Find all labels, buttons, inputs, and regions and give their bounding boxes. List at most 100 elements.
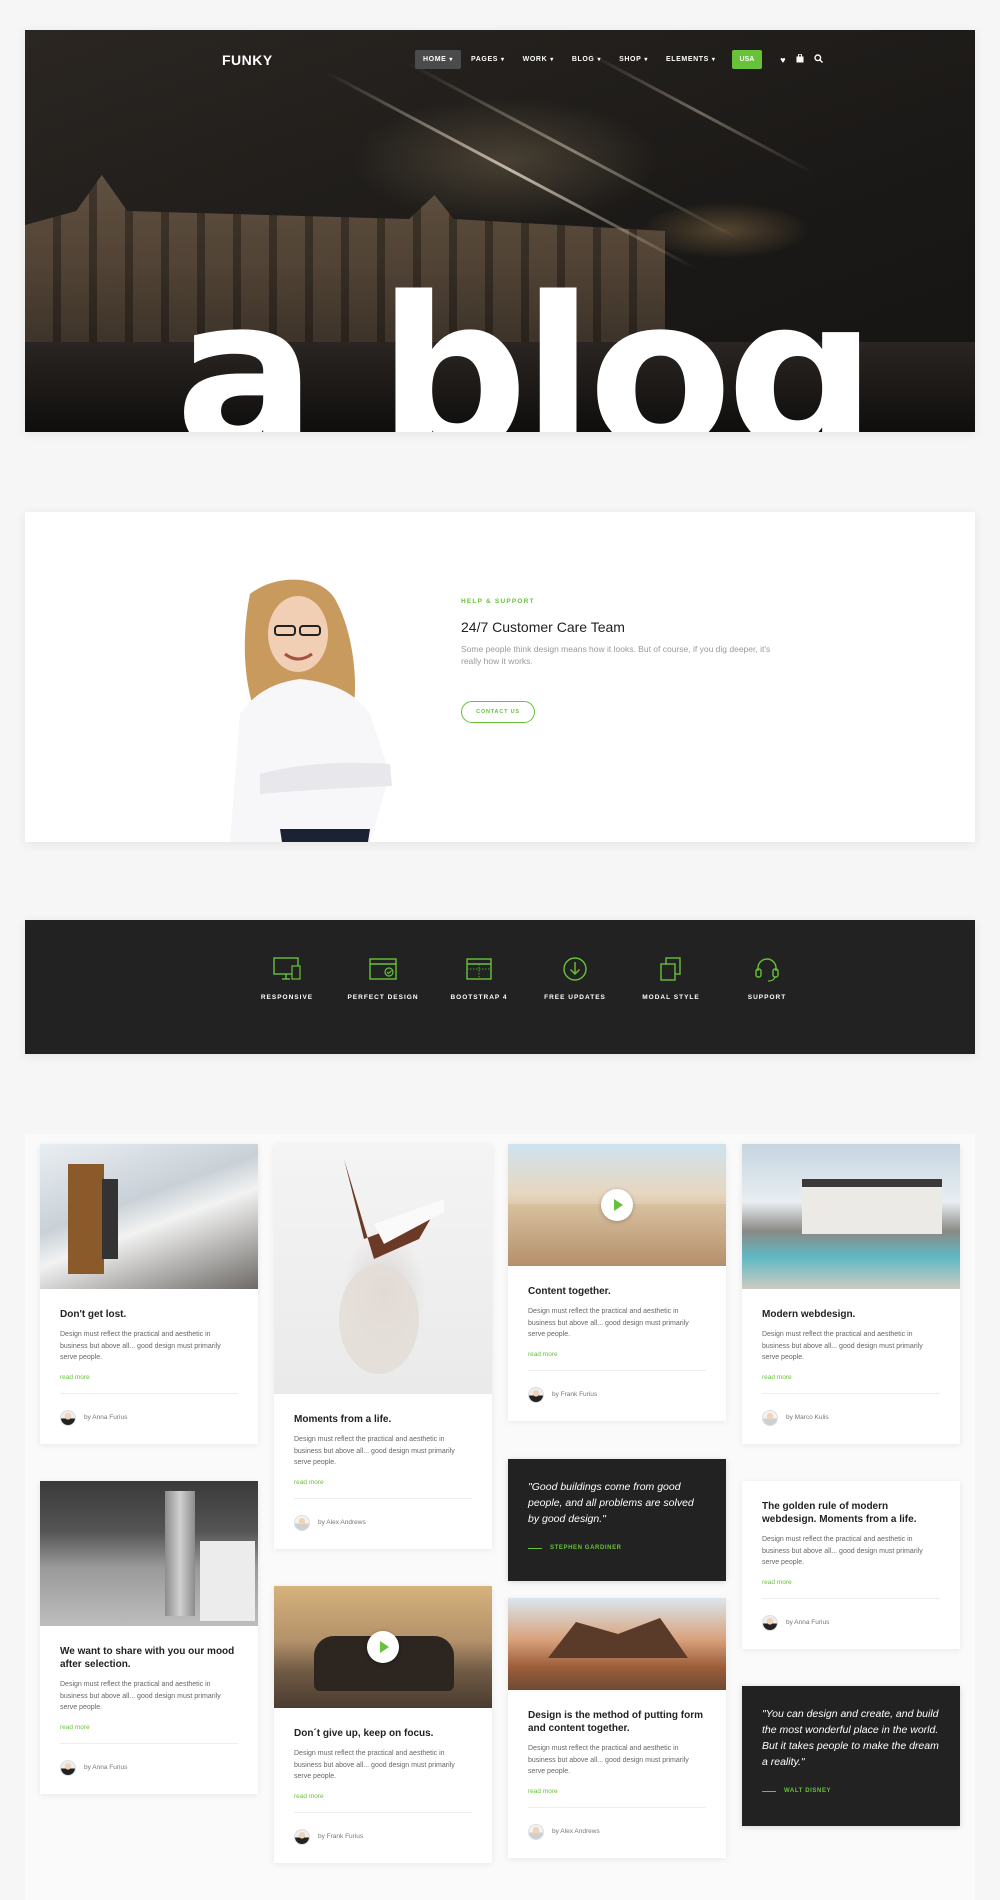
support-eyebrow: HELP & SUPPORT — [461, 598, 535, 605]
post-author: by Anna Furius — [762, 1599, 940, 1649]
blog-card[interactable]: Don't get lost. Design must reflect the … — [40, 1144, 258, 1444]
nav-item-label: WORK — [522, 56, 548, 63]
site-logo[interactable]: FUNKY — [222, 52, 273, 68]
download-circle-icon — [563, 957, 587, 981]
avatar — [762, 1614, 778, 1631]
post-excerpt: Design must reflect the practical and ae… — [294, 1436, 455, 1466]
nav-item-label: HOME — [423, 56, 447, 63]
post-title[interactable]: Don't get lost. — [60, 1308, 238, 1321]
blog-card[interactable]: Content together. Design must reflect th… — [508, 1144, 726, 1421]
monitor-icon — [273, 957, 301, 980]
blog-card[interactable]: The golden rule of modern webdesign. Mom… — [742, 1481, 960, 1649]
post-title[interactable]: Moments from a life. — [294, 1413, 472, 1426]
feature-label: FREE UPDATES — [544, 994, 606, 1001]
feature-modal-style: MODAL STYLE — [623, 956, 719, 1001]
blog-card[interactable]: Design is the method of putting form and… — [508, 1598, 726, 1858]
blog-card[interactable]: Modern webdesign. Design must reflect th… — [742, 1144, 960, 1444]
bag-icon[interactable] — [796, 53, 804, 65]
post-title[interactable]: The golden rule of modern webdesign. Mom… — [762, 1500, 940, 1526]
author-name[interactable]: by Anna Furius — [84, 1414, 127, 1421]
nav-item-shop[interactable]: SHOP ▾ — [611, 50, 656, 69]
blog-card[interactable]: We want to share with you our mood after… — [40, 1481, 258, 1794]
author-name[interactable]: by Frank Furius — [318, 1833, 363, 1840]
feature-responsive: RESPONSIVE — [239, 956, 335, 1001]
post-title[interactable]: We want to share with you our mood after… — [60, 1645, 238, 1671]
feature-bootstrap: BOOTSTRAP 4 — [431, 956, 527, 1001]
heart-icon[interactable]: ♥ — [780, 55, 785, 65]
contact-us-button[interactable]: CONTACT US — [461, 701, 535, 723]
avatar — [294, 1514, 310, 1531]
post-image-beach[interactable] — [508, 1144, 726, 1266]
post-author: by Anna Furius — [60, 1394, 238, 1444]
post-image-kitchen[interactable] — [40, 1481, 258, 1626]
feature-perfect-design: PERFECT DESIGN — [335, 956, 431, 1001]
nav-item-label: ELEMENTS — [665, 56, 709, 63]
feature-support: SUPPORT — [719, 956, 815, 1001]
read-more-link[interactable]: read more — [294, 1793, 472, 1800]
author-name[interactable]: by Anna Furius — [84, 1764, 127, 1771]
avatar — [294, 1828, 310, 1845]
nav-item-pages[interactable]: PAGES ▾ — [463, 50, 513, 69]
post-excerpt: Design must reflect the practical and ae… — [60, 1331, 221, 1361]
play-icon[interactable] — [367, 1631, 399, 1663]
post-title[interactable]: Don´t give up, keep on focus. — [294, 1727, 472, 1740]
quote-card: "You can design and create, and build th… — [742, 1686, 960, 1826]
chevron-down-icon: ▾ — [449, 57, 454, 63]
nav-cta-button[interactable]: USA — [731, 50, 763, 69]
search-icon[interactable] — [813, 54, 823, 65]
read-more-link[interactable]: read more — [294, 1479, 472, 1486]
read-more-link[interactable]: read more — [762, 1579, 940, 1586]
feature-label: PERFECT DESIGN — [347, 994, 419, 1001]
read-more-link[interactable]: read more — [60, 1724, 238, 1731]
post-title[interactable]: Modern webdesign. — [762, 1308, 940, 1321]
post-image-dancer[interactable] — [274, 1144, 492, 1394]
author-name[interactable]: by Marco Kulis — [786, 1414, 829, 1421]
feature-label: MODAL STYLE — [642, 994, 700, 1001]
author-name[interactable]: by Anna Furius — [786, 1619, 829, 1626]
chevron-down-icon: ▾ — [501, 57, 505, 63]
post-title[interactable]: Design is the method of putting form and… — [528, 1709, 706, 1735]
read-more-link[interactable]: read more — [528, 1788, 706, 1795]
play-icon[interactable] — [601, 1189, 633, 1221]
headset-icon — [755, 958, 779, 982]
chevron-down-icon: ▾ — [644, 57, 648, 63]
author-name[interactable]: by Alex Andrews — [552, 1828, 600, 1835]
post-image-villa[interactable] — [742, 1144, 960, 1289]
nav-item-elements[interactable]: ELEMENTS ▾ — [658, 50, 724, 69]
author-name[interactable]: by Frank Furius — [552, 1391, 597, 1398]
post-author: by Frank Furius — [294, 1813, 472, 1863]
avatar — [528, 1386, 544, 1403]
nav-item-blog[interactable]: BLOG ▾ — [564, 50, 609, 69]
nav-item-work[interactable]: WORK ▾ — [515, 50, 562, 69]
post-author: by Alex Andrews — [294, 1499, 472, 1549]
blog-grid-section: Don't get lost. Design must reflect the … — [25, 1134, 975, 1900]
feature-label: BOOTSTRAP 4 — [450, 994, 508, 1001]
feature-label: RESPONSIVE — [260, 994, 314, 1001]
nav-item-label: BLOG — [571, 56, 595, 63]
nav-menu: HOME ▾ PAGES ▾ WORK ▾ BLOG ▾ SHOP ▾ ELEMENTS ▾… — [415, 50, 823, 69]
post-image-mountain-house[interactable] — [508, 1598, 726, 1690]
post-excerpt: Design must reflect the practical and ae… — [762, 1536, 923, 1566]
chevron-down-icon: ▾ — [711, 57, 716, 63]
blog-card[interactable]: Don´t give up, keep on focus. Design mus… — [274, 1586, 492, 1863]
author-name[interactable]: by Alex Andrews — [318, 1519, 366, 1526]
blog-card[interactable]: Moments from a life. Design must reflect… — [274, 1144, 492, 1549]
main-navigation: FUNKY HOME ▾ PAGES ▾ WORK ▾ BLOG ▾ SHOP ▾ ELE… — [25, 44, 975, 78]
post-author: by Marco Kulis — [762, 1394, 940, 1444]
nav-item-home[interactable]: HOME ▾ — [415, 50, 462, 69]
post-author: by Frank Furius — [528, 1371, 706, 1421]
post-image-interior[interactable] — [40, 1144, 258, 1289]
support-description: Some people think design means how it lo… — [461, 644, 771, 666]
post-title[interactable]: Content together. — [528, 1285, 706, 1298]
read-more-link[interactable]: read more — [528, 1351, 706, 1358]
hero-section: FUNKY HOME ▾ PAGES ▾ WORK ▾ BLOG ▾ SHOP ▾ ELE… — [25, 30, 975, 432]
post-excerpt: Design must reflect the practical and ae… — [528, 1745, 689, 1775]
support-title: 24/7 Customer Care Team — [461, 619, 625, 635]
post-image-motorcycle[interactable] — [274, 1586, 492, 1708]
features-section: RESPONSIVE PERFECT DESIGN BOOTSTRAP 4 FR… — [25, 920, 975, 1054]
nav-item-label: SHOP — [619, 56, 642, 63]
feature-free-updates: FREE UPDATES — [527, 956, 623, 1001]
read-more-link[interactable]: read more — [60, 1374, 238, 1381]
quote-text: "Good buildings come from good people, a… — [528, 1481, 694, 1525]
read-more-link[interactable]: read more — [762, 1374, 940, 1381]
